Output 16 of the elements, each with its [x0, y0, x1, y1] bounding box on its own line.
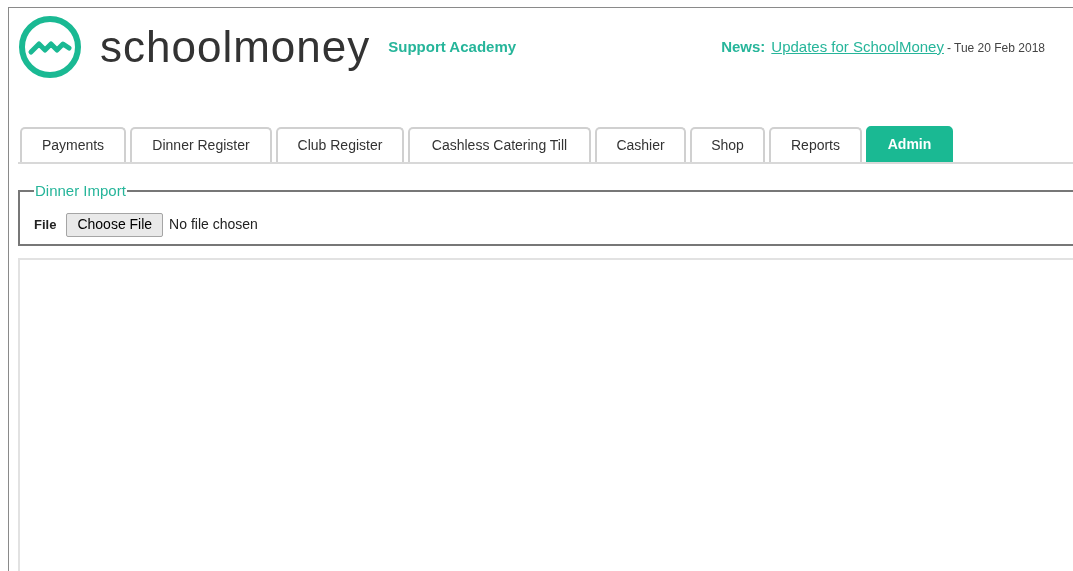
file-label: File [34, 215, 57, 234]
news-date: - Tue 20 Feb 2018 [946, 39, 1045, 57]
school-name: Support Academy [388, 36, 517, 57]
tab[interactable]: Dinner Register [130, 127, 272, 162]
choose-file-button[interactable]: Choose File [66, 212, 164, 237]
file-status: No file chosen [169, 215, 258, 234]
tab[interactable]: Cashier [595, 127, 686, 162]
logo-text: schoolmoney [100, 21, 371, 73]
section-legend: Dinner Import [34, 180, 127, 203]
tab[interactable]: Reports [769, 127, 862, 162]
tab[interactable]: Club Register [276, 127, 404, 162]
logo-icon [18, 15, 82, 79]
tab[interactable]: Payments [20, 127, 126, 162]
news-label: News: [721, 36, 766, 57]
tab[interactable]: Cashless Catering Till [408, 127, 591, 162]
tab[interactable]: Shop [690, 127, 765, 162]
